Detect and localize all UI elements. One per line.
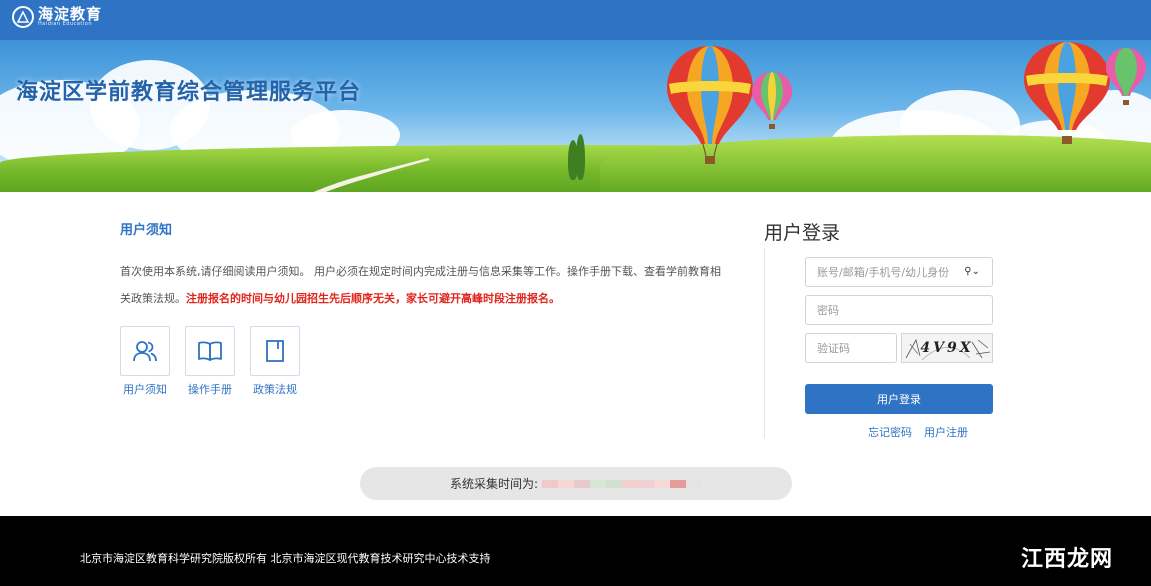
platform-title: 海淀区学前教育综合管理服务平台 (16, 80, 362, 105)
collection-time-label: 系统采集时间为: (449, 477, 539, 491)
collection-time-bar: 系统采集时间为: (360, 467, 792, 500)
login-button[interactable]: 用户登录 (805, 384, 993, 414)
account-placeholder: 账号/邮箱/手机号/幼儿身份 (817, 266, 950, 279)
register-link[interactable]: 用户注册 (924, 424, 968, 440)
notice-title: 用户须知 (120, 223, 173, 238)
quick-link-label[interactable]: 政策法规 (242, 381, 308, 397)
logo-subtitle: Haidian Education (38, 21, 92, 27)
captcha-image[interactable]: 4V9X (901, 333, 993, 363)
hot-air-balloon (1024, 42, 1110, 144)
book-icon (198, 341, 222, 361)
captcha-placeholder: 验证码 (817, 342, 850, 355)
password-placeholder: 密码 (817, 304, 839, 317)
document-icon (266, 340, 284, 362)
users-icon (133, 341, 157, 362)
quick-link-manual[interactable]: 操作手册 (185, 326, 235, 397)
road (313, 158, 430, 192)
account-input[interactable]: 账号/邮箱/手机号/幼儿身份 ⚲⌄ (805, 257, 993, 287)
password-input[interactable]: 密码 (805, 295, 993, 325)
quick-link-label[interactable]: 操作手册 (177, 381, 243, 397)
footer-copyright: 北京市海淀区教育科学研究院版权所有 北京市海淀区现代教育技术研究中心技术支持 (80, 552, 491, 565)
quick-link-user-notice[interactable]: 用户须知 (120, 326, 170, 397)
logo[interactable]: 海淀教育 Haidian Education (12, 6, 102, 28)
divider (764, 248, 765, 438)
captcha-text: 4V9X (920, 340, 974, 356)
quick-link-policy-box[interactable] (250, 326, 300, 376)
banner: 海淀区学前教育综合管理服务平台 (0, 40, 1151, 192)
forgot-password-link[interactable]: 忘记密码 (868, 424, 912, 440)
login-title: 用户登录 (764, 222, 841, 244)
footer: 北京市海淀区教育科学研究院版权所有 北京市海淀区现代教育技术研究中心技术支持 江… (0, 516, 1151, 586)
notice-text-alert: 注册报名的时间与幼儿园招生先后顺序无关，家长可避开高峰时段注册报名。 (186, 292, 560, 305)
captcha-input[interactable]: 验证码 (805, 333, 897, 363)
key-dropdown-icon[interactable]: ⚲⌄ (964, 266, 980, 277)
hot-air-balloon (1106, 48, 1146, 105)
hot-air-balloon (752, 72, 792, 129)
logo-title: 海淀教育 (38, 5, 103, 23)
quick-link-manual-box[interactable] (185, 326, 235, 376)
notice-text: 首次使用本系统,请仔细阅读用户须知。 用户必须在规定时间内完成注册与信息采集等工… (120, 258, 730, 312)
quick-link-policy[interactable]: 政策法规 (250, 326, 300, 397)
top-bar: 海淀教育 Haidian Education (0, 0, 1151, 40)
hot-air-balloon (667, 46, 753, 164)
tree (576, 134, 585, 180)
logo-seal-icon (12, 6, 34, 28)
quick-link-user-notice-box[interactable] (120, 326, 170, 376)
collection-time-mosaic (542, 479, 703, 488)
watermark: 江西龙网 (1020, 547, 1113, 572)
quick-link-label[interactable]: 用户须知 (112, 381, 178, 397)
